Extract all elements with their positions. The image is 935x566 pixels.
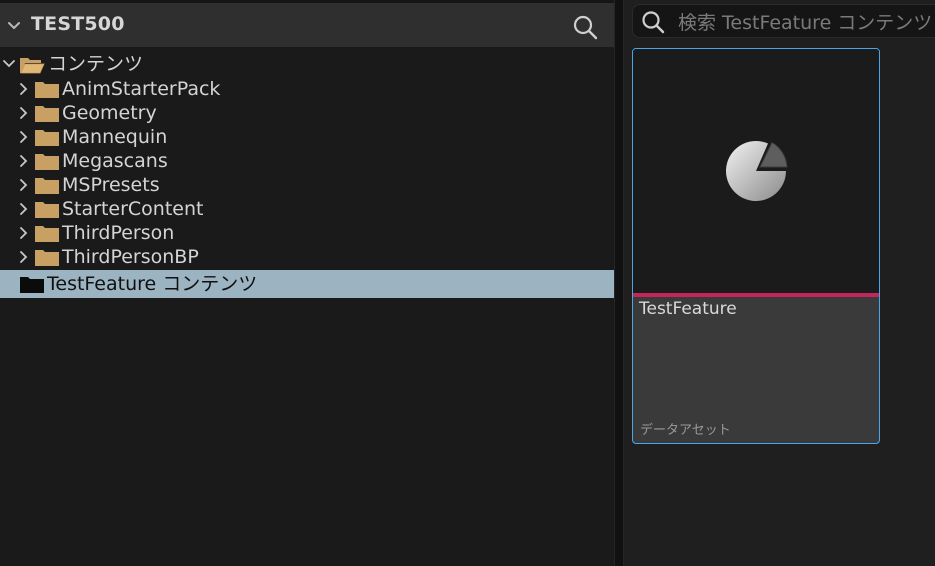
tree-item-label: AnimStarterPack bbox=[62, 78, 221, 100]
tree-item-folder[interactable]: Geometry bbox=[0, 101, 614, 125]
chevron-right-icon[interactable] bbox=[17, 226, 31, 240]
asset-thumbnail bbox=[633, 49, 879, 293]
folder-icon bbox=[20, 277, 44, 293]
search-placeholder: 検索 TestFeature コンテンツ bbox=[678, 12, 933, 34]
folder-icon bbox=[35, 106, 59, 122]
asset-search-input[interactable]: 検索 TestFeature コンテンツ bbox=[632, 4, 935, 38]
folder-icon bbox=[35, 226, 59, 242]
search-icon bbox=[642, 11, 665, 34]
chevron-right-icon[interactable] bbox=[17, 250, 31, 264]
panel-splitter[interactable] bbox=[614, 0, 624, 566]
tree-item-label: ThirdPersonBP bbox=[62, 246, 199, 268]
tree-item-content-root[interactable]: コンテンツ bbox=[0, 52, 614, 76]
tree-item-folder[interactable]: StarterContent bbox=[0, 197, 614, 221]
search-icon[interactable] bbox=[572, 14, 598, 40]
chevron-right-icon[interactable] bbox=[17, 130, 31, 144]
chevron-right-icon[interactable] bbox=[17, 106, 31, 120]
folder-icon bbox=[35, 202, 59, 218]
tree-item-label: StarterContent bbox=[62, 198, 204, 220]
chevron-right-icon[interactable] bbox=[17, 202, 31, 216]
tree-item-folder[interactable]: Mannequin bbox=[0, 125, 614, 149]
tree-item-folder[interactable]: AnimStarterPack bbox=[0, 77, 614, 101]
tree-item-testfeature-content[interactable]: TestFeature コンテンツ bbox=[0, 270, 614, 298]
tree-item-label: Mannequin bbox=[62, 126, 168, 148]
tree-item-label: TestFeature コンテンツ bbox=[47, 273, 258, 295]
folder-icon bbox=[35, 178, 59, 194]
asset-view: 検索 TestFeature コンテンツ TestFeature データアセット bbox=[624, 0, 935, 566]
chevron-right-icon[interactable] bbox=[17, 154, 31, 168]
tree-item-folder[interactable]: Megascans bbox=[0, 149, 614, 173]
tree-item-label: ThirdPerson bbox=[62, 222, 175, 244]
tree-item-folder[interactable]: MSPresets bbox=[0, 173, 614, 197]
folder-icon bbox=[35, 250, 59, 266]
project-title: TEST500 bbox=[31, 13, 125, 35]
folder-icon bbox=[35, 130, 59, 146]
asset-type-color-strip bbox=[633, 293, 879, 297]
chevron-down-icon[interactable] bbox=[6, 18, 22, 34]
folder-icon bbox=[35, 154, 59, 170]
folder-icon bbox=[35, 82, 59, 98]
folder-open-icon bbox=[20, 58, 45, 74]
chevron-down-icon[interactable] bbox=[2, 57, 16, 71]
tree-item-folder[interactable]: ThirdPerson bbox=[0, 221, 614, 245]
chevron-right-icon[interactable] bbox=[17, 178, 31, 192]
tree-item-label: コンテンツ bbox=[48, 53, 144, 75]
tree-item-label: Geometry bbox=[62, 102, 157, 124]
asset-type-label: データアセット bbox=[640, 423, 731, 438]
tree-item-label: MSPresets bbox=[62, 174, 160, 196]
sources-panel: TEST500 コンテンツ AnimStarterPack Geometry Man… bbox=[0, 0, 614, 566]
asset-name: TestFeature bbox=[639, 299, 737, 319]
asset-tile-testfeature[interactable]: TestFeature データアセット bbox=[632, 48, 880, 444]
tree-item-folder[interactable]: ThirdPersonBP bbox=[0, 245, 614, 269]
data-asset-pie-icon bbox=[726, 140, 788, 201]
chevron-right-icon[interactable] bbox=[17, 82, 31, 96]
tree-item-label: Megascans bbox=[62, 150, 168, 172]
sources-header: TEST500 bbox=[0, 0, 614, 47]
